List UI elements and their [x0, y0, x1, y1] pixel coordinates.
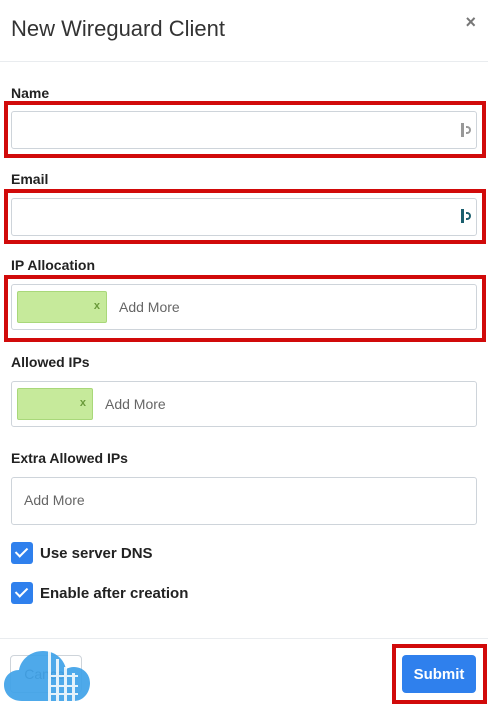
- enable-after-creation-checkbox[interactable]: [11, 582, 33, 604]
- add-more-placeholder[interactable]: Add More: [24, 492, 85, 508]
- tag-remove-icon[interactable]: x: [80, 397, 86, 409]
- cloud-logo-icon: [4, 649, 90, 701]
- submit-button[interactable]: Submit: [402, 655, 476, 693]
- email-label: Email: [11, 171, 49, 187]
- add-more-placeholder[interactable]: Add More: [119, 299, 180, 315]
- extra-allowed-ips-input[interactable]: Add More: [11, 477, 477, 525]
- ip-allocation-label: IP Allocation: [11, 257, 96, 273]
- name-input[interactable]: [11, 111, 477, 149]
- password-manager-icon[interactable]: [461, 123, 475, 137]
- allowed-ips-label: Allowed IPs: [11, 354, 90, 370]
- ip-tag: x: [17, 388, 93, 420]
- email-input[interactable]: [11, 198, 477, 236]
- check-icon: [14, 544, 29, 558]
- check-icon: [14, 584, 29, 598]
- ip-allocation-input[interactable]: x Add More: [11, 284, 477, 330]
- tag-remove-icon[interactable]: x: [94, 300, 100, 312]
- modal-header: New Wireguard Client ×: [0, 0, 488, 62]
- name-label: Name: [11, 85, 50, 101]
- modal-title: New Wireguard Client: [11, 16, 225, 41]
- allowed-ips-input[interactable]: x Add More: [11, 381, 477, 427]
- use-server-dns-label[interactable]: Use server DNS: [40, 545, 153, 562]
- extra-allowed-ips-label: Extra Allowed IPs: [11, 450, 128, 466]
- enable-after-creation-label[interactable]: Enable after creation: [40, 585, 188, 602]
- ip-tag: x: [17, 291, 107, 323]
- close-icon[interactable]: ×: [465, 12, 476, 32]
- use-server-dns-checkbox[interactable]: [11, 542, 33, 564]
- password-manager-icon[interactable]: [461, 209, 475, 223]
- add-more-placeholder[interactable]: Add More: [105, 396, 166, 412]
- footer-divider: [0, 638, 488, 639]
